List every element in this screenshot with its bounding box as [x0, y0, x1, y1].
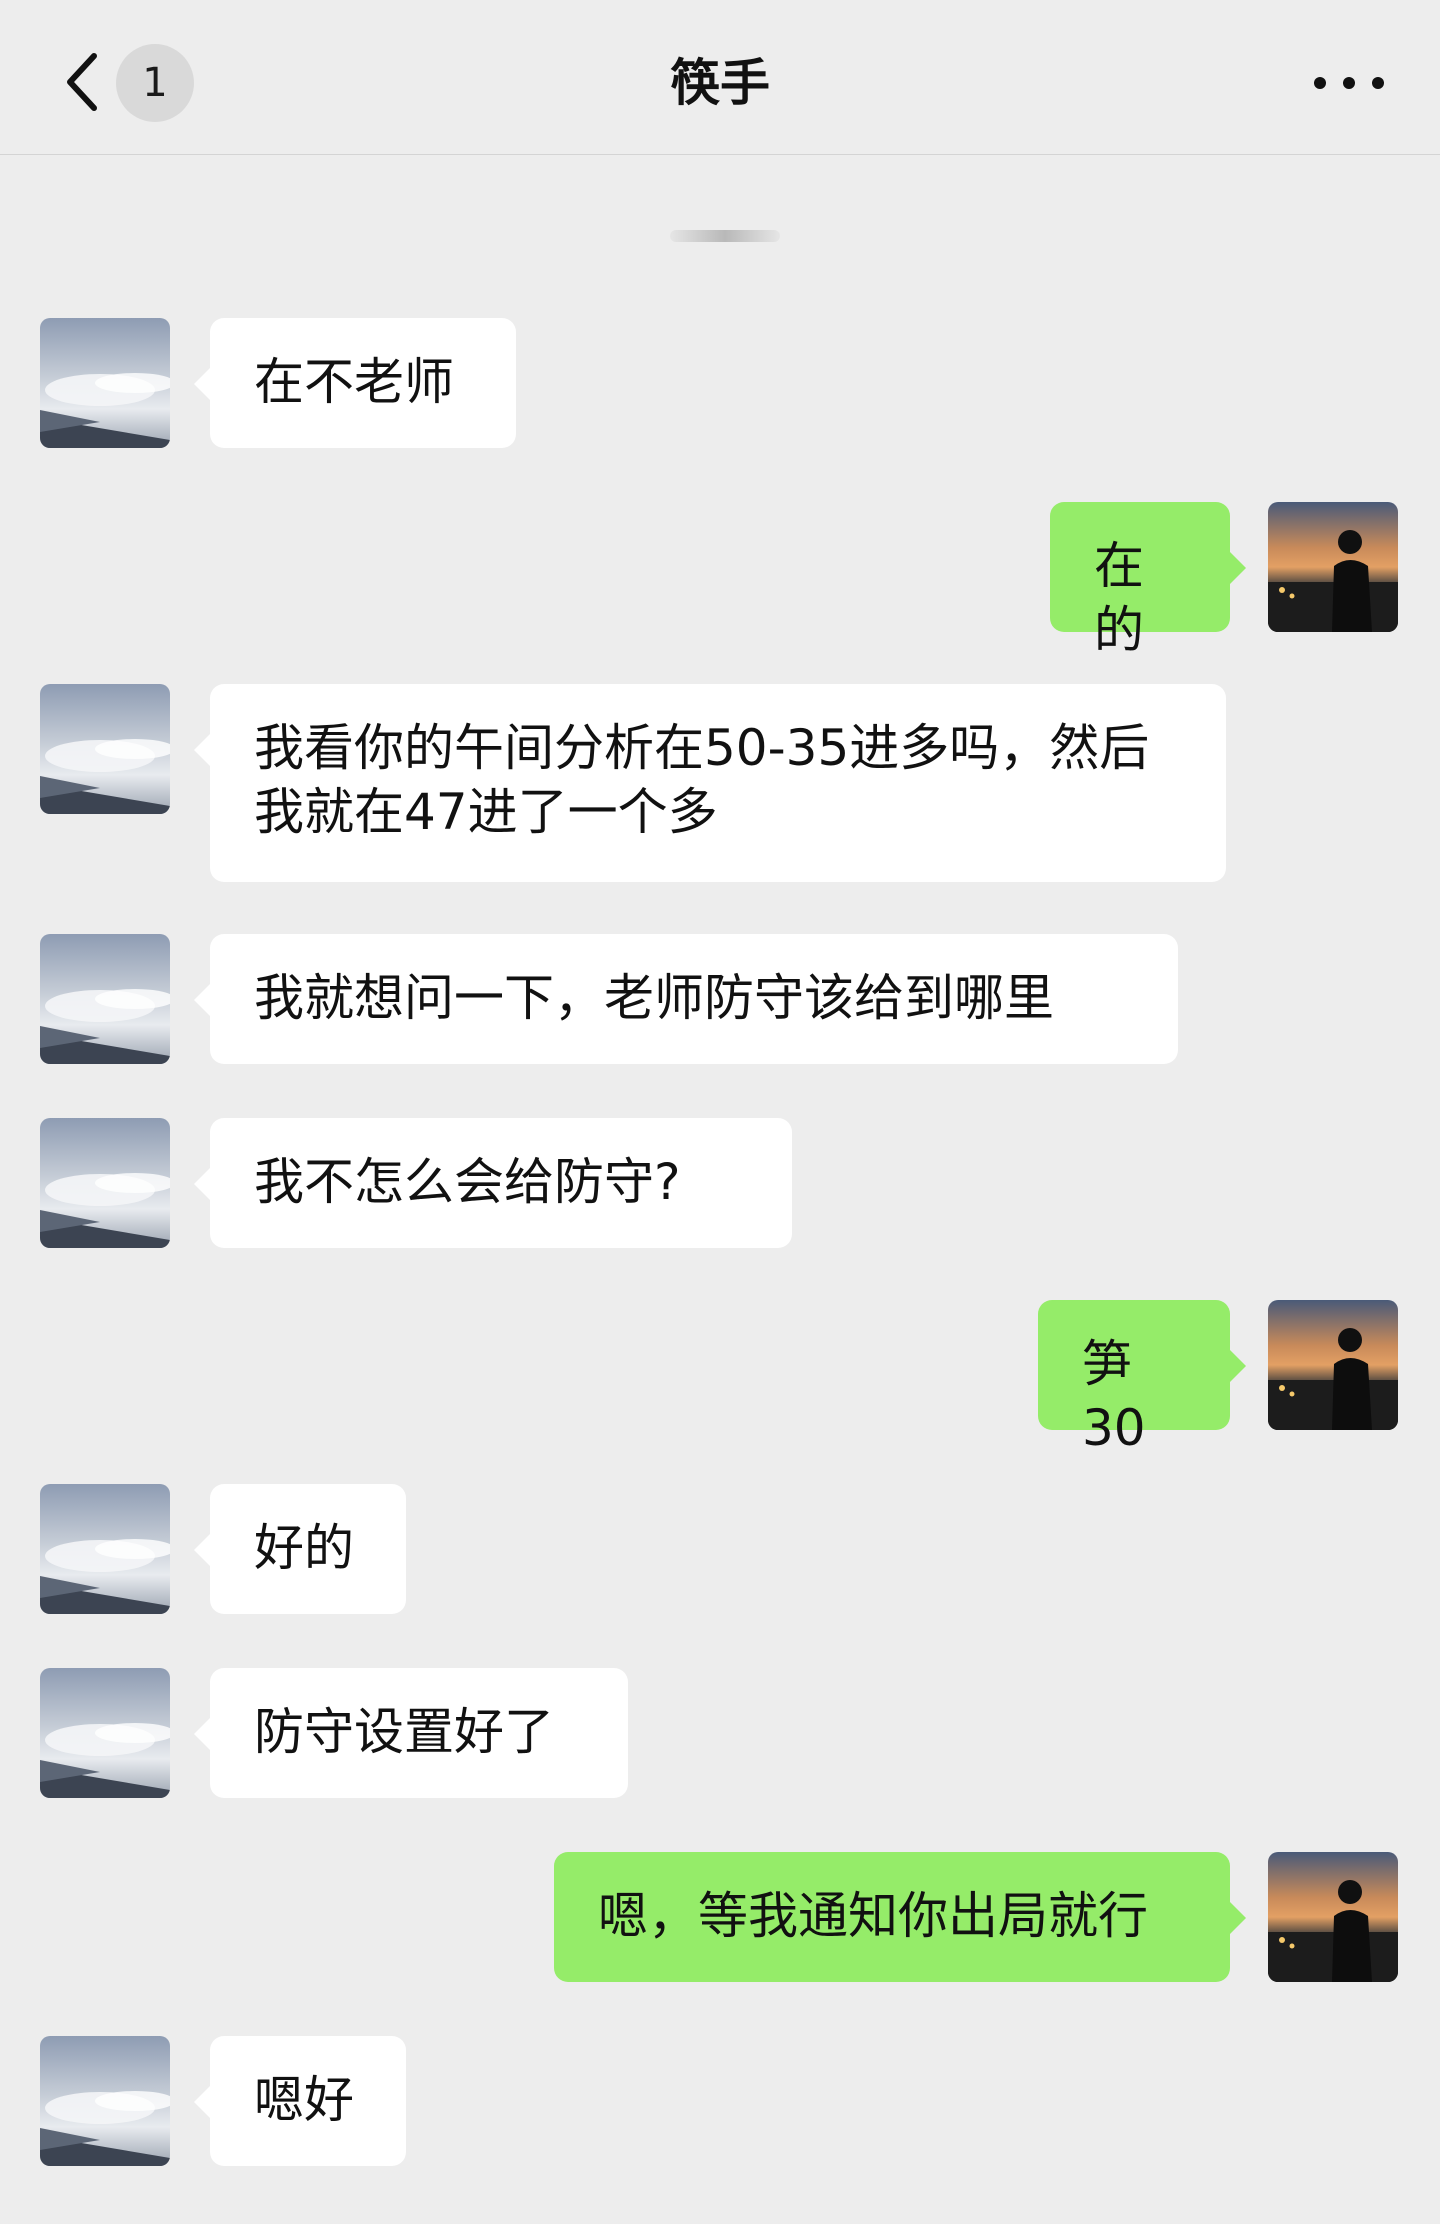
cloud-photo-icon — [40, 934, 170, 1064]
message-text: 在的 — [1094, 537, 1144, 659]
chat-title: 筷手 — [670, 54, 770, 112]
sunset-photo-icon — [1268, 1300, 1398, 1430]
contact-avatar[interactable] — [40, 318, 170, 448]
contact-avatar[interactable] — [40, 1668, 170, 1798]
contact-avatar[interactable] — [40, 934, 170, 1064]
timestamp-blurred — [670, 230, 780, 242]
message-bubble-incoming[interactable]: 我就想问一下，老师防守该给到哪里 — [194, 934, 1178, 1064]
sunset-photo-icon — [1268, 502, 1398, 632]
message-bubble-outgoing[interactable]: 笋30 — [1038, 1300, 1246, 1457]
cloud-photo-icon — [40, 1484, 170, 1614]
message-text: 嗯，等我通知你出局就行 — [598, 1887, 1148, 1945]
more-dot — [1343, 77, 1355, 89]
message-bubble-incoming[interactable]: 我不怎么会给防守? — [194, 1118, 792, 1248]
message-bubble-incoming[interactable]: 在不老师 — [194, 318, 516, 448]
message-bubble-incoming[interactable]: 好的 — [194, 1484, 406, 1614]
message-text: 我不怎么会给防守? — [254, 1153, 681, 1211]
self-avatar[interactable] — [1268, 502, 1398, 632]
message-text: 嗯好 — [254, 2071, 354, 2129]
more-dot — [1314, 77, 1326, 89]
contact-avatar[interactable] — [40, 1484, 170, 1614]
contact-avatar[interactable] — [40, 2036, 170, 2166]
self-avatar[interactable] — [1268, 1300, 1398, 1430]
cloud-photo-icon — [40, 1118, 170, 1248]
message-text: 好的 — [254, 1519, 354, 1577]
message-text: 防守设置好了 — [254, 1703, 554, 1761]
cloud-photo-icon — [40, 684, 170, 814]
cloud-photo-icon — [40, 1668, 170, 1798]
message-bubble-incoming[interactable]: 我看你的午间分析在50-35进多吗，然后我就在47进了一个多 — [194, 684, 1226, 882]
self-avatar[interactable] — [1268, 1852, 1398, 1982]
contact-avatar[interactable] — [40, 1118, 170, 1248]
more-button[interactable] — [1314, 58, 1384, 108]
message-bubble-outgoing[interactable]: 嗯，等我通知你出局就行 — [554, 1852, 1246, 1982]
message-text: 笋30 — [1082, 1335, 1146, 1457]
cloud-photo-icon — [40, 2036, 170, 2166]
message-text: 在不老师 — [254, 353, 454, 411]
contact-avatar[interactable] — [40, 684, 170, 814]
cloud-photo-icon — [40, 318, 170, 448]
message-bubble-incoming[interactable]: 防守设置好了 — [194, 1668, 628, 1798]
more-dot — [1372, 77, 1384, 89]
chat-header: 1 筷手 — [0, 0, 1440, 155]
message-text: 我看你的午间分析在50-35进多吗，然后我就在47进了一个多 — [254, 719, 1150, 841]
sunset-photo-icon — [1268, 1852, 1398, 1982]
message-bubble-outgoing[interactable]: 在的 — [1050, 502, 1246, 659]
message-bubble-incoming[interactable]: 嗯好 — [194, 2036, 406, 2166]
message-text: 我就想问一下，老师防守该给到哪里 — [254, 969, 1054, 1027]
